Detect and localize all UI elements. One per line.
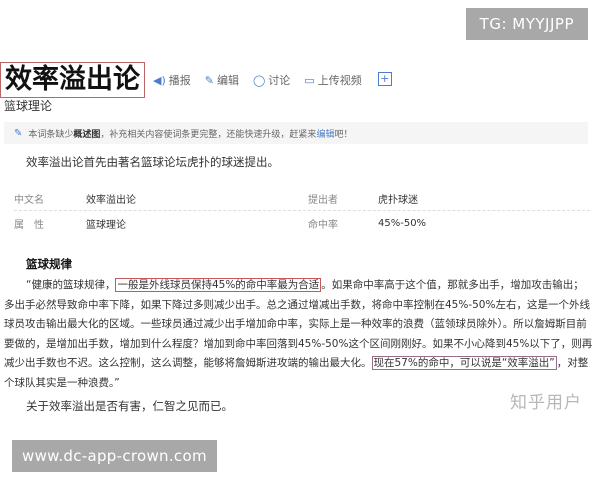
- video-icon: ▭: [304, 73, 315, 87]
- infobox: 中文名 效率溢出论 提出者 虎扑球迷 属 性 篮球理论 命中率 45%-50%: [14, 186, 590, 235]
- highlight-box-2: 现在57%的命中，可以说是“效率溢出”: [371, 356, 557, 370]
- edit-note-icon: ✎: [14, 127, 23, 139]
- paragraph-text: “健康的篮球规律，: [26, 279, 116, 291]
- infobox-label: 提出者: [308, 194, 338, 206]
- notice-text-3: 吧！: [334, 129, 353, 140]
- infobox-label: 命中率: [308, 219, 338, 231]
- highlight-box-1: 一般是外线球员保持45%的命中率最为合适: [115, 278, 322, 292]
- page-title: 效率溢出论: [0, 62, 145, 98]
- infobox-value: 篮球理论: [86, 219, 126, 231]
- infobox-row: 中文名 效率溢出论 提出者 虎扑球迷: [14, 186, 590, 211]
- upload-video-label: 上传视频: [317, 74, 362, 87]
- notice-edit-link[interactable]: 编辑: [316, 127, 334, 140]
- edit-label: 编辑: [216, 74, 239, 87]
- action-bar: ◀) 播报 ✎ 编辑 ◯ 讨论 ▭ 上传视频 +: [153, 72, 392, 88]
- infobox-value: 45%-50%: [378, 217, 427, 229]
- edit-button[interactable]: ✎ 编辑: [205, 72, 239, 88]
- notice-bold: 概述图: [73, 129, 101, 140]
- infobox-value: 效率溢出论: [86, 194, 136, 206]
- tg-badge: TG: MYYJJPP: [465, 8, 588, 40]
- entry-subtitle: 篮球理论: [4, 99, 53, 113]
- infobox-label: 属 性: [14, 219, 44, 231]
- conclusion-text: 关于效率溢出是否有害，仁智之见而已。: [26, 399, 233, 413]
- notice-text-1: 本词条缺少: [28, 129, 74, 140]
- speaker-icon: ◀): [153, 73, 166, 87]
- url-badge: www.dc-app-crown.com: [12, 440, 217, 472]
- entry-header: 效率溢出论 ◀) 播报 ✎ 编辑 ◯ 讨论 ▭ 上传视频 +: [0, 62, 392, 98]
- upload-video-button[interactable]: ▭ 上传视频: [304, 72, 361, 88]
- broadcast-label: 播报: [168, 74, 191, 87]
- pencil-icon: ✎: [204, 73, 214, 87]
- infobox-row: 属 性 篮球理论 命中率 45%-50%: [14, 211, 590, 235]
- intro-text: 效率溢出论首先由著名篮球论坛虎扑的球迷提出。: [26, 155, 279, 169]
- discuss-label: 讨论: [268, 74, 291, 87]
- plus-icon: +: [380, 72, 390, 85]
- notice-bar: ✎ 本词条缺少 概述图 ，补充相关内容使词条更完整，还能快速升级，赶紧来 编辑 …: [4, 122, 588, 144]
- discuss-button[interactable]: ◯ 讨论: [253, 72, 290, 88]
- zhihu-watermark: 知乎用户: [510, 393, 582, 413]
- section-title: 篮球规律: [26, 257, 72, 271]
- chat-icon: ◯: [252, 73, 266, 87]
- notice-text-2: ，补充相关内容使词条更完整，还能快速升级，赶紧来: [100, 129, 317, 140]
- infobox-label: 中文名: [14, 194, 44, 206]
- broadcast-button[interactable]: ◀) 播报: [153, 72, 191, 88]
- add-button[interactable]: +: [377, 72, 392, 86]
- infobox-value: 虎扑球迷: [378, 194, 418, 206]
- body-paragraph: “健康的篮球规律， 一般是外线球员保持45%的命中率最为合适 。如果命中率高于这个值…: [4, 276, 594, 393]
